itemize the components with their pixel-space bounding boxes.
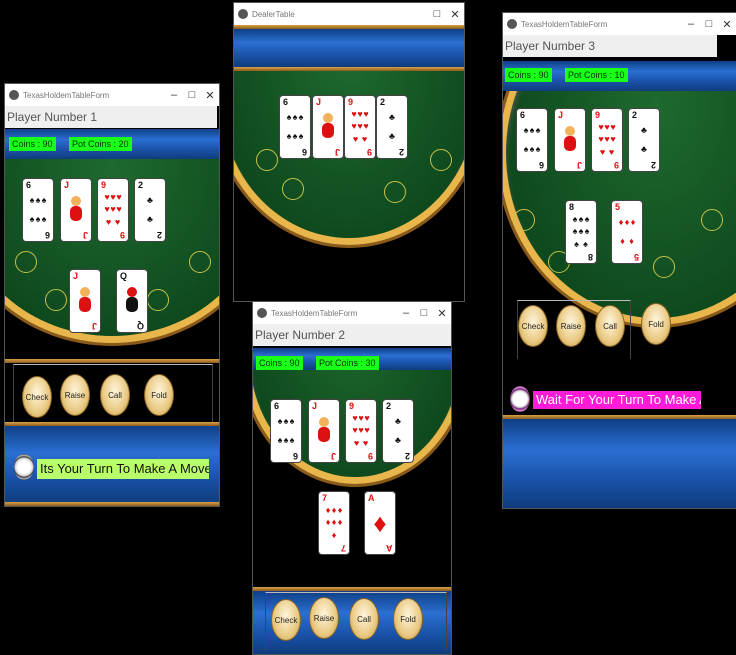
hand-card: Q Q	[117, 270, 147, 332]
close-icon[interactable]: ✕	[201, 89, 219, 102]
community-card: J J	[313, 96, 343, 158]
window-title: DealerTable	[252, 9, 295, 19]
community-card: 2 ♣ ♣ 2	[135, 179, 165, 241]
app-icon	[507, 19, 517, 29]
player2-window: TexasHoldemTableForm – □ ✕ Player Number…	[252, 301, 452, 655]
minimize-icon[interactable]: –	[165, 89, 183, 101]
jack-face-icon	[322, 113, 334, 138]
chip-spot	[189, 251, 211, 273]
app-icon	[257, 308, 267, 318]
check-button[interactable]: Check	[22, 376, 52, 418]
fold-button[interactable]: Fold	[144, 374, 174, 416]
divider	[5, 359, 219, 363]
call-button[interactable]: Call	[100, 374, 130, 416]
hand-card: 8 ♠ ♠ ♠ ♠ ♠ ♠ ♠ ♠ 8	[566, 201, 596, 263]
coins-label: Coins : 90	[9, 137, 56, 151]
coins-label: Coins : 90	[505, 68, 552, 82]
fold-button[interactable]: Fold	[641, 303, 671, 345]
hand-card: J J	[70, 270, 100, 332]
player-token-icon	[510, 386, 530, 412]
community-card: J J	[61, 179, 91, 241]
community-card: 9 ♥ ♥ ♥ ♥ ♥ ♥ ♥ ♥ 9	[98, 179, 128, 241]
community-card: 6 ♠ ♠ ♠ ♠ ♠ ♠ 6	[23, 179, 53, 241]
player-label: Player Number 2	[253, 324, 451, 346]
raise-button[interactable]: Raise	[309, 597, 339, 639]
dealer-window: DealerTable □ ✕ 6 ♠ ♠ ♠ ♠ ♠ ♠ 6 J J 9 ♥ ♥ ♥ ♥ ♥ ♥ ♥ ♥ 9 …	[233, 2, 465, 302]
player-label: Player Number 3	[503, 35, 717, 57]
maximize-icon[interactable]: □	[428, 8, 446, 20]
raise-button[interactable]: Raise	[556, 305, 586, 347]
hand-card: 5 ♦ ♦ ♦ ♦ ♦ 5	[612, 201, 642, 263]
jack-face-icon	[70, 196, 82, 221]
community-card: 6 ♠ ♠ ♠ ♠ ♠ ♠ 6	[271, 400, 301, 462]
minimize-icon[interactable]: –	[682, 18, 700, 30]
close-icon[interactable]: ✕	[718, 18, 736, 31]
close-icon[interactable]: ✕	[446, 8, 464, 21]
jack-face-icon	[318, 417, 330, 442]
raise-button[interactable]: Raise	[60, 374, 90, 416]
message-band	[503, 419, 736, 508]
call-button[interactable]: Call	[349, 598, 379, 640]
window-titlebar: TexasHoldemTableForm – □ ✕	[253, 302, 451, 324]
pot-coins-label: Pot Coins : 10	[565, 68, 628, 82]
window-title: TexasHoldemTableForm	[271, 308, 358, 318]
player-token-icon	[14, 454, 34, 480]
jack-face-icon	[564, 126, 576, 151]
poker-table	[253, 370, 451, 560]
community-card: 6 ♠ ♠ ♠ ♠ ♠ ♠ 6	[517, 109, 547, 171]
community-card: J J	[309, 400, 339, 462]
divider	[5, 502, 219, 506]
community-card: 9 ♥ ♥ ♥ ♥ ♥ ♥ ♥ ♥ 9	[346, 400, 376, 462]
maximize-icon[interactable]: □	[183, 89, 201, 101]
chip-spot	[384, 181, 406, 203]
queen-face-icon	[126, 287, 138, 312]
community-card: 9 ♥ ♥ ♥ ♥ ♥ ♥ ♥ ♥ 9	[592, 109, 622, 171]
check-button[interactable]: Check	[271, 599, 301, 641]
call-button[interactable]: Call	[595, 305, 625, 347]
close-icon[interactable]: ✕	[433, 307, 451, 320]
hand-card: A ♦ A	[365, 492, 395, 554]
chip-spot	[15, 251, 37, 273]
community-card: 6 ♠ ♠ ♠ ♠ ♠ ♠ 6	[280, 96, 310, 158]
window-title: TexasHoldemTableForm	[23, 90, 110, 100]
pot-coins-label: Pot Coins : 20	[69, 137, 132, 151]
chip-spot	[653, 256, 675, 278]
chip-spot	[430, 149, 452, 171]
chip-spot	[701, 209, 723, 231]
maximize-icon[interactable]: □	[700, 18, 718, 30]
community-card: J J	[555, 109, 585, 171]
jack-face-icon	[79, 287, 91, 312]
window-title: TexasHoldemTableForm	[521, 19, 608, 29]
turn-message: Its Your Turn To Make A Move	[37, 459, 209, 479]
minimize-icon[interactable]: –	[397, 307, 415, 319]
fold-button[interactable]: Fold	[393, 598, 423, 640]
coins-label: Coins : 90	[256, 356, 303, 370]
app-icon	[238, 9, 248, 19]
community-card: 9 ♥ ♥ ♥ ♥ ♥ ♥ ♥ ♥ 9	[345, 96, 375, 158]
window-titlebar: TexasHoldemTableForm – □ ✕	[5, 84, 219, 106]
chip-spot	[45, 289, 67, 311]
dealer-band	[234, 29, 464, 67]
check-button[interactable]: Check	[518, 305, 548, 347]
pot-coins-label: Pot Coins : 30	[316, 356, 379, 370]
player1-window: TexasHoldemTableForm – □ ✕ Player Number…	[4, 83, 220, 507]
wait-message: Wait For Your Turn To Make A	[533, 391, 701, 409]
app-icon	[9, 90, 19, 100]
window-titlebar: TexasHoldemTableForm – □ ✕	[503, 13, 736, 35]
player-label: Player Number 1	[5, 106, 217, 128]
community-card: 2 ♣ ♣ 2	[377, 96, 407, 158]
maximize-icon[interactable]: □	[415, 307, 433, 319]
player3-window: TexasHoldemTableForm – □ ✕ Player Number…	[502, 12, 736, 509]
chip-spot	[282, 178, 304, 200]
community-card: 2 ♣ ♣ 2	[383, 400, 413, 462]
community-card: 2 ♣ ♣ 2	[629, 109, 659, 171]
window-titlebar: DealerTable □ ✕	[234, 3, 464, 25]
chip-spot	[513, 209, 535, 231]
hand-card: 7 ♦ ♦ ♦ ♦ ♦ ♦ ♦ 7	[319, 492, 349, 554]
chip-spot	[256, 149, 278, 171]
chip-spot	[147, 289, 169, 311]
